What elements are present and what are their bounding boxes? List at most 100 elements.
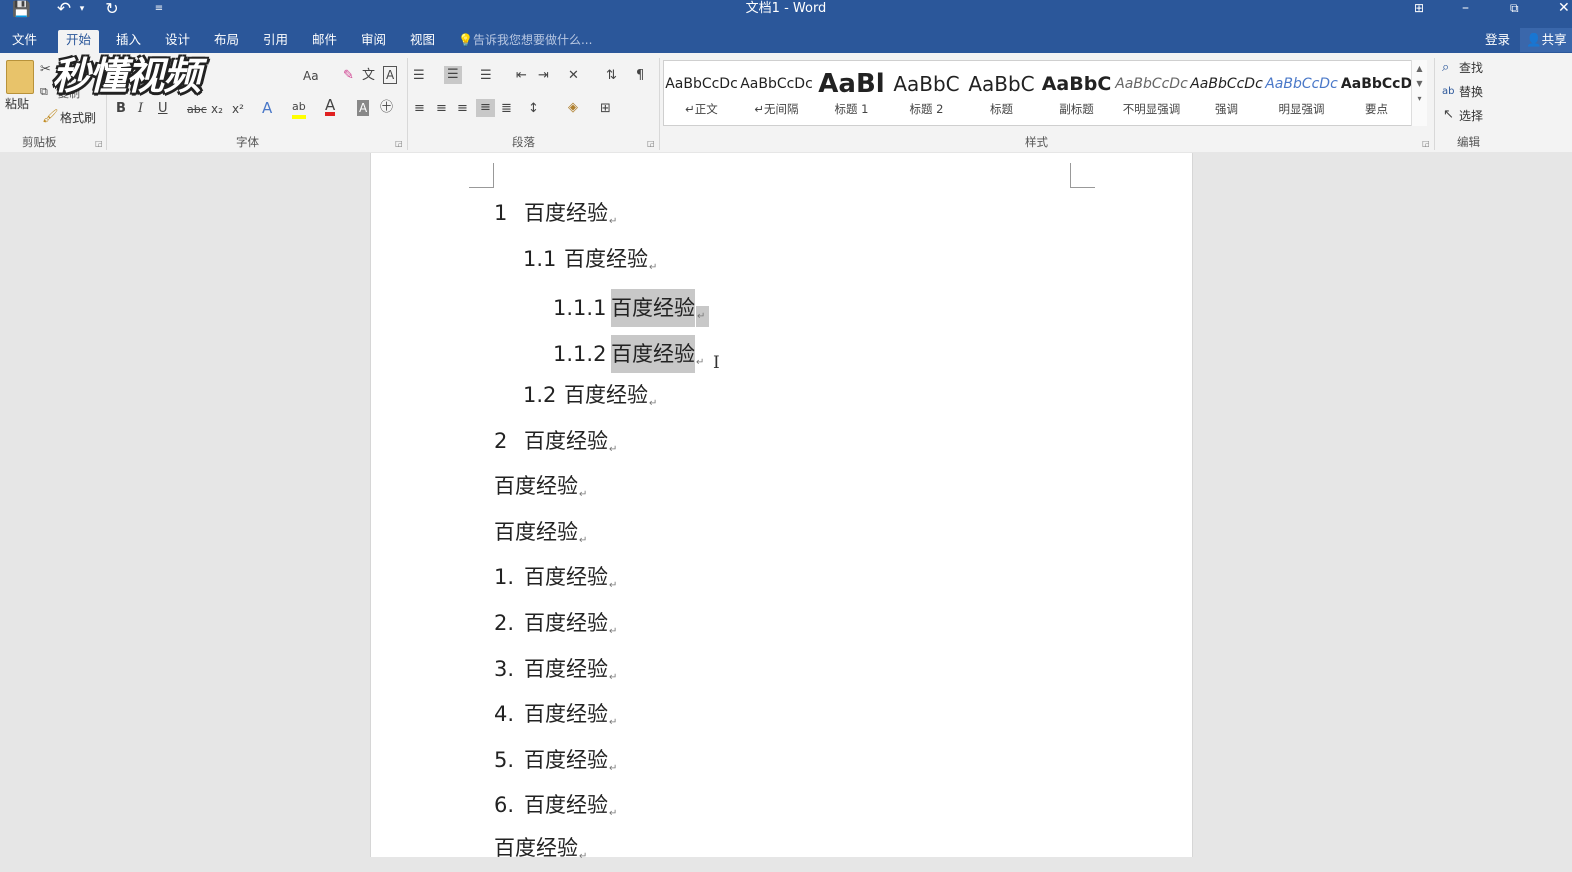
style-name: 要点 <box>1365 102 1388 116</box>
list-item[interactable]: 1.1 百度经验↵ <box>523 244 657 283</box>
copy-icon[interactable]: ⧉ <box>40 84 48 100</box>
editing-group-label: 编辑 <box>1457 135 1480 149</box>
style-name: 强调 <box>1215 102 1238 116</box>
tab-home[interactable]: 开始 <box>58 30 100 53</box>
find-button[interactable]: 查找 <box>1459 60 1483 76</box>
list-item[interactable]: 1 百度经验↵ <box>494 198 617 237</box>
cut-icon[interactable]: ✂ <box>40 62 51 78</box>
decrease-indent-icon[interactable]: ⇤ <box>516 68 527 84</box>
login-link[interactable]: 登录 <box>1485 31 1510 49</box>
list-item[interactable]: 3. 百度经验↵ <box>494 654 617 693</box>
more-styles-icon[interactable]: ▾ <box>1412 94 1427 103</box>
distributed-icon[interactable]: ≣ <box>501 101 512 117</box>
strikethrough-button[interactable]: abc <box>187 102 207 118</box>
scroll-down-icon[interactable]: ▼ <box>1412 79 1427 88</box>
list-item[interactable]: 6. 百度经验↵ <box>494 790 617 829</box>
shading-icon[interactable]: ◈ <box>568 100 578 116</box>
paragraph[interactable]: 百度经验↵ <box>494 471 587 510</box>
justify-icon[interactable]: ≡ <box>476 99 495 117</box>
increase-indent-icon[interactable]: ⇥ <box>538 68 549 84</box>
font-color-icon[interactable]: A <box>325 98 336 116</box>
list-item[interactable]: 1.2 百度经验↵ <box>523 380 657 419</box>
tab-layout[interactable]: 布局 <box>206 30 247 53</box>
style-name: 副标题 <box>1059 102 1094 116</box>
list-item[interactable]: 4. 百度经验↵ <box>494 699 617 738</box>
find-icon[interactable]: ⌕ <box>1442 60 1449 76</box>
align-left-icon[interactable]: ≡ <box>414 101 425 117</box>
style-normal[interactable]: AaBbCcDc ↵正文 <box>664 61 739 125</box>
tab-file[interactable]: 文件 <box>4 30 45 53</box>
restore-button[interactable]: ⧉ <box>1510 0 1519 16</box>
bullets-icon[interactable]: ☰ <box>413 68 425 84</box>
paragraph-mark: ↵ <box>579 489 588 500</box>
format-painter-icon[interactable]: 🖌 <box>42 109 59 125</box>
subscript-button[interactable]: x₂ <box>211 101 223 117</box>
styles-gallery-scroll[interactable]: ▲ ▼ ▾ <box>1411 60 1427 126</box>
styles-dialog-launcher-icon[interactable]: ◲ <box>1422 139 1430 148</box>
clipboard-dialog-launcher-icon[interactable]: ◲ <box>95 139 103 148</box>
tell-me-box[interactable]: 💡告诉我您想要做什么... <box>458 31 592 49</box>
tab-design[interactable]: 设计 <box>157 30 198 53</box>
share-button[interactable]: 👤共享 <box>1520 28 1572 52</box>
character-border-icon[interactable]: A <box>383 66 398 84</box>
replace-button[interactable]: 替换 <box>1459 84 1483 100</box>
replace-icon[interactable]: ab <box>1442 84 1454 100</box>
align-center-icon[interactable]: ≡ <box>436 101 447 117</box>
numbering-icon[interactable]: ☰ <box>444 66 462 84</box>
superscript-button[interactable]: x² <box>232 101 244 117</box>
align-right-icon[interactable]: ≡ <box>457 101 468 117</box>
format-painter-label[interactable]: 格式刷 <box>60 110 96 126</box>
list-item[interactable]: 1.1.2 百度经验↵ <box>553 335 704 378</box>
style-no-spacing[interactable]: AaBbCcDc ↵无间隔 <box>739 61 814 125</box>
paste-icon[interactable] <box>6 60 34 94</box>
style-name: ↵无间隔 <box>754 102 799 116</box>
style-subtitle[interactable]: AaBbC 副标题 <box>1039 61 1114 125</box>
tab-mailings[interactable]: 邮件 <box>304 30 345 53</box>
style-name: 标题 2 <box>909 102 944 116</box>
bold-button[interactable]: B <box>116 101 126 117</box>
tab-view[interactable]: 视图 <box>402 30 443 53</box>
chinese-layout-icon[interactable]: ✕ <box>568 68 579 84</box>
font-dialog-launcher-icon[interactable]: ◲ <box>395 139 403 148</box>
text-effects-icon[interactable]: A <box>262 100 272 116</box>
paste-label[interactable]: 粘贴 <box>5 96 29 112</box>
multilevel-list-icon[interactable]: ☰ <box>480 68 492 84</box>
scroll-up-icon[interactable]: ▲ <box>1412 64 1427 73</box>
select-icon[interactable]: ↖ <box>1443 107 1454 123</box>
style-subtle-emphasis[interactable]: AaBbCcDc 不明显强调 <box>1114 61 1189 125</box>
list-item[interactable]: 2 百度经验↵ <box>494 426 617 465</box>
change-case-button[interactable]: Aa <box>303 68 319 84</box>
tab-review[interactable]: 审阅 <box>353 30 394 53</box>
ribbon-display-options-icon[interactable]: ⊞ <box>1414 0 1424 16</box>
character-shading-icon[interactable]: A <box>357 100 370 116</box>
style-heading-2[interactable]: AaBbC 标题 2 <box>889 61 964 125</box>
highlight-color-icon[interactable]: ab <box>292 99 306 119</box>
minimize-button[interactable]: – <box>1462 0 1469 16</box>
style-sample: AaBbCcDc <box>740 76 813 92</box>
sort-icon[interactable]: ⇅ <box>606 68 617 84</box>
list-item[interactable]: 5. 百度经验↵ <box>494 745 617 784</box>
tab-references[interactable]: 引用 <box>255 30 296 53</box>
list-item[interactable]: 2. 百度经验↵ <box>494 608 617 647</box>
paragraph[interactable]: 百度经验↵ <box>494 517 587 556</box>
enclose-characters-icon[interactable]: ㊉ <box>380 100 393 116</box>
paragraph[interactable]: 百度经验↵ <box>494 833 587 872</box>
clear-formatting-icon[interactable]: ✎ <box>343 68 354 84</box>
style-title[interactable]: AaBbC 标题 <box>964 61 1039 125</box>
show-marks-icon[interactable]: ¶ <box>636 68 644 84</box>
borders-icon[interactable]: ⊞ <box>600 101 611 117</box>
style-intense-emphasis[interactable]: AaBbCcDc 明显强调 <box>1264 61 1339 125</box>
phonetic-guide-icon[interactable]: 文 <box>362 68 375 84</box>
style-emphasis[interactable]: AaBbCcDc 强调 <box>1189 61 1264 125</box>
style-heading-1[interactable]: AaBl 标题 1 <box>814 61 889 125</box>
paragraph-dialog-launcher-icon[interactable]: ◲ <box>647 139 655 148</box>
line-spacing-icon[interactable]: ↕ <box>528 101 539 117</box>
list-item[interactable]: 1. 百度经验↵ <box>494 562 617 601</box>
underline-button[interactable]: U <box>158 101 168 117</box>
tab-insert[interactable]: 插入 <box>108 30 149 53</box>
list-item[interactable]: 1.1.1 百度经验 ↵ <box>553 289 710 332</box>
select-button[interactable]: 选择 <box>1459 108 1483 124</box>
close-button[interactable]: ✕ <box>1558 0 1570 16</box>
style-strong[interactable]: AaBbCcD 要点 <box>1339 61 1414 125</box>
italic-button[interactable]: I <box>138 101 143 117</box>
